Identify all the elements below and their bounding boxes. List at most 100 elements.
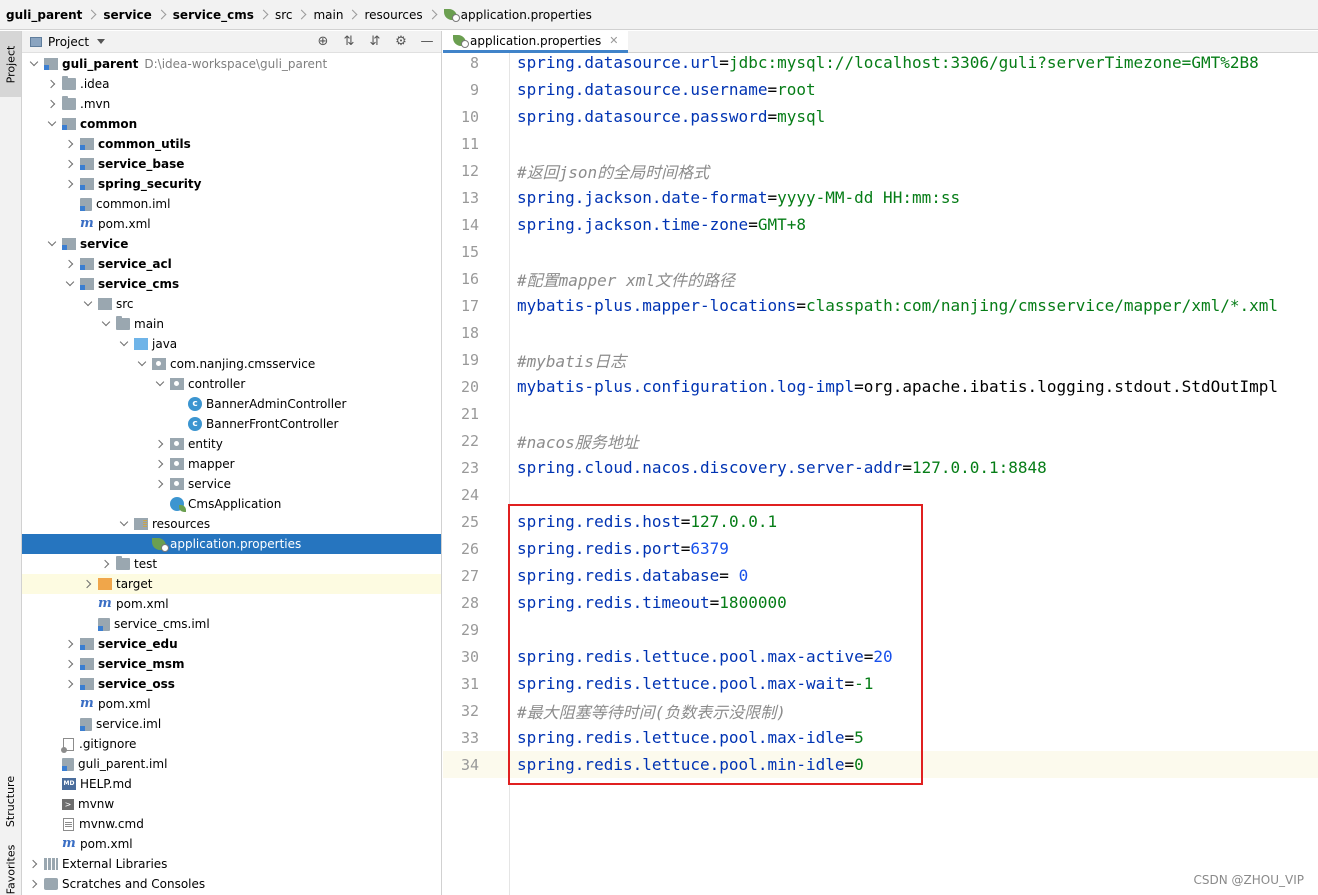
breadcrumb-item[interactable]: src [275,8,293,22]
tree-node[interactable]: test [22,554,441,574]
chevron-right-icon [427,9,438,20]
hide-icon[interactable]: — [419,33,435,49]
locate-icon[interactable]: ⊕ [315,33,331,49]
settings-icon[interactable]: ⚙ [393,33,409,49]
tree-node[interactable]: service_cms.iml [22,614,441,634]
tree-node[interactable]: > mvnw [22,794,441,814]
tree-node[interactable]: service.iml [22,714,441,734]
equals-sign: = [680,539,691,558]
tree-node[interactable]: .mvn [22,94,441,114]
chevron-right-icon[interactable] [28,874,40,894]
tree-node[interactable]: resources [22,514,441,534]
tree-node[interactable]: m pom.xml [22,694,441,714]
tree-node[interactable]: service_base [22,154,441,174]
chevron-down-icon[interactable] [136,354,148,374]
breadcrumb-item[interactable]: main [313,8,343,22]
tree-node[interactable]: common.iml [22,194,441,214]
chevron-down-icon[interactable] [46,114,58,134]
chevron-right-icon[interactable] [64,654,76,674]
code-line: 25 spring.redis.host=127.0.0.1 [443,508,1318,535]
tree-node[interactable]: service_msm [22,654,441,674]
chevron-down-icon[interactable] [118,334,130,354]
tree-node[interactable]: service_edu [22,634,441,654]
breadcrumb-item[interactable]: service [103,8,151,22]
favorites-tool-tab[interactable]: Favorites [0,843,21,895]
breadcrumb-item[interactable]: resources [364,8,422,22]
code-area[interactable]: 8 spring.datasource.url=jdbc:mysql://loca… [443,53,1318,895]
tree-node[interactable]: .idea [22,74,441,94]
tree-node[interactable]: common [22,114,441,134]
chevron-right-icon[interactable] [64,134,76,154]
tree-node[interactable]: guli_parent.iml [22,754,441,774]
tree-node[interactable]: .gitignore [22,734,441,754]
chevron-right-icon[interactable] [64,254,76,274]
project-view-selector[interactable]: Project [48,35,89,49]
folder-icon [116,556,130,570]
tree-node[interactable]: mvnw.cmd [22,814,441,834]
close-icon[interactable]: ✕ [609,34,618,47]
chevron-down-icon[interactable] [100,314,112,334]
chevron-down-icon[interactable] [64,274,76,294]
chevron-right-icon[interactable] [64,154,76,174]
chevron-right-icon[interactable] [28,854,40,874]
tree-node[interactable]: main [22,314,441,334]
tree-node[interactable]: spring_security [22,174,441,194]
chevron-right-icon[interactable] [154,474,166,494]
property-key: spring.redis.timeout [517,593,710,612]
chevron-down-icon[interactable] [118,514,130,534]
tree-node[interactable]: c BannerFrontController [22,414,441,434]
tree-node[interactable]: service_oss [22,674,441,694]
tree-node[interactable]: CmsApplication [22,494,441,514]
tree-node[interactable]: mapper [22,454,441,474]
tree-node[interactable]: java [22,334,441,354]
tree-node[interactable]: entity [22,434,441,454]
chevron-right-icon[interactable] [82,574,94,594]
tree-node[interactable]: controller [22,374,441,394]
tree-node-label: service [188,477,231,491]
chevron-down-icon[interactable] [97,39,106,44]
tree-node[interactable]: Scratches and Consoles [22,874,441,894]
tree-node[interactable]: m pom.xml [22,594,441,614]
tree-node[interactable]: service [22,474,441,494]
tree-node[interactable]: common_utils [22,134,441,154]
tree-node[interactable]: service_acl [22,254,441,274]
chevron-right-icon[interactable] [154,434,166,454]
chevron-right-icon[interactable] [46,94,58,114]
chevron-right-icon[interactable] [64,634,76,654]
tree-node[interactable]: service_cms [22,274,441,294]
module-icon [80,278,94,290]
chevron-right-icon[interactable] [64,674,76,694]
chevron-right-icon[interactable] [154,454,166,474]
chevron-right-icon[interactable] [46,74,58,94]
chevron-right-icon[interactable] [64,174,76,194]
line-number: 20 [460,377,479,396]
chevron-right-icon[interactable] [100,554,112,574]
breadcrumb-item[interactable]: application.properties [443,8,592,22]
chevron-down-icon[interactable] [28,54,40,74]
tree-node[interactable]: com.nanjing.cmsservice [22,354,441,374]
collapse-all-icon[interactable]: ⇵ [367,33,383,49]
tree-node[interactable]: c BannerAdminController [22,394,441,414]
tree-node[interactable]: service [22,234,441,254]
chevron-down-icon[interactable] [82,294,94,314]
chevron-down-icon[interactable] [154,374,166,394]
chevron-down-icon[interactable] [46,234,58,254]
tree-node[interactable]: target [22,574,441,594]
project-tool-tab[interactable]: Project [0,31,21,97]
code-line: 8 spring.datasource.url=jdbc:mysql://loca… [443,49,1318,76]
tree-node[interactable]: application.properties [22,534,441,554]
breadcrumb-item[interactable]: guli_parent [6,8,82,22]
line-number: 24 [460,485,479,504]
cls-icon: c [188,417,202,431]
tree-node[interactable]: External Libraries [22,854,441,874]
tree-node[interactable]: src [22,294,441,314]
expand-all-icon[interactable]: ⇅ [341,33,357,49]
tree-node[interactable]: m pom.xml [22,214,441,234]
tree-node[interactable]: guli_parent D:\idea-workspace\guli_parent [22,54,441,74]
breadcrumb-item[interactable]: service_cms [173,8,254,22]
tree-node-label: application.properties [170,537,302,551]
tree-node[interactable]: m pom.xml [22,834,441,854]
structure-tool-tab[interactable]: Structure [0,761,21,841]
tree-node[interactable]: MD HELP.md [22,774,441,794]
